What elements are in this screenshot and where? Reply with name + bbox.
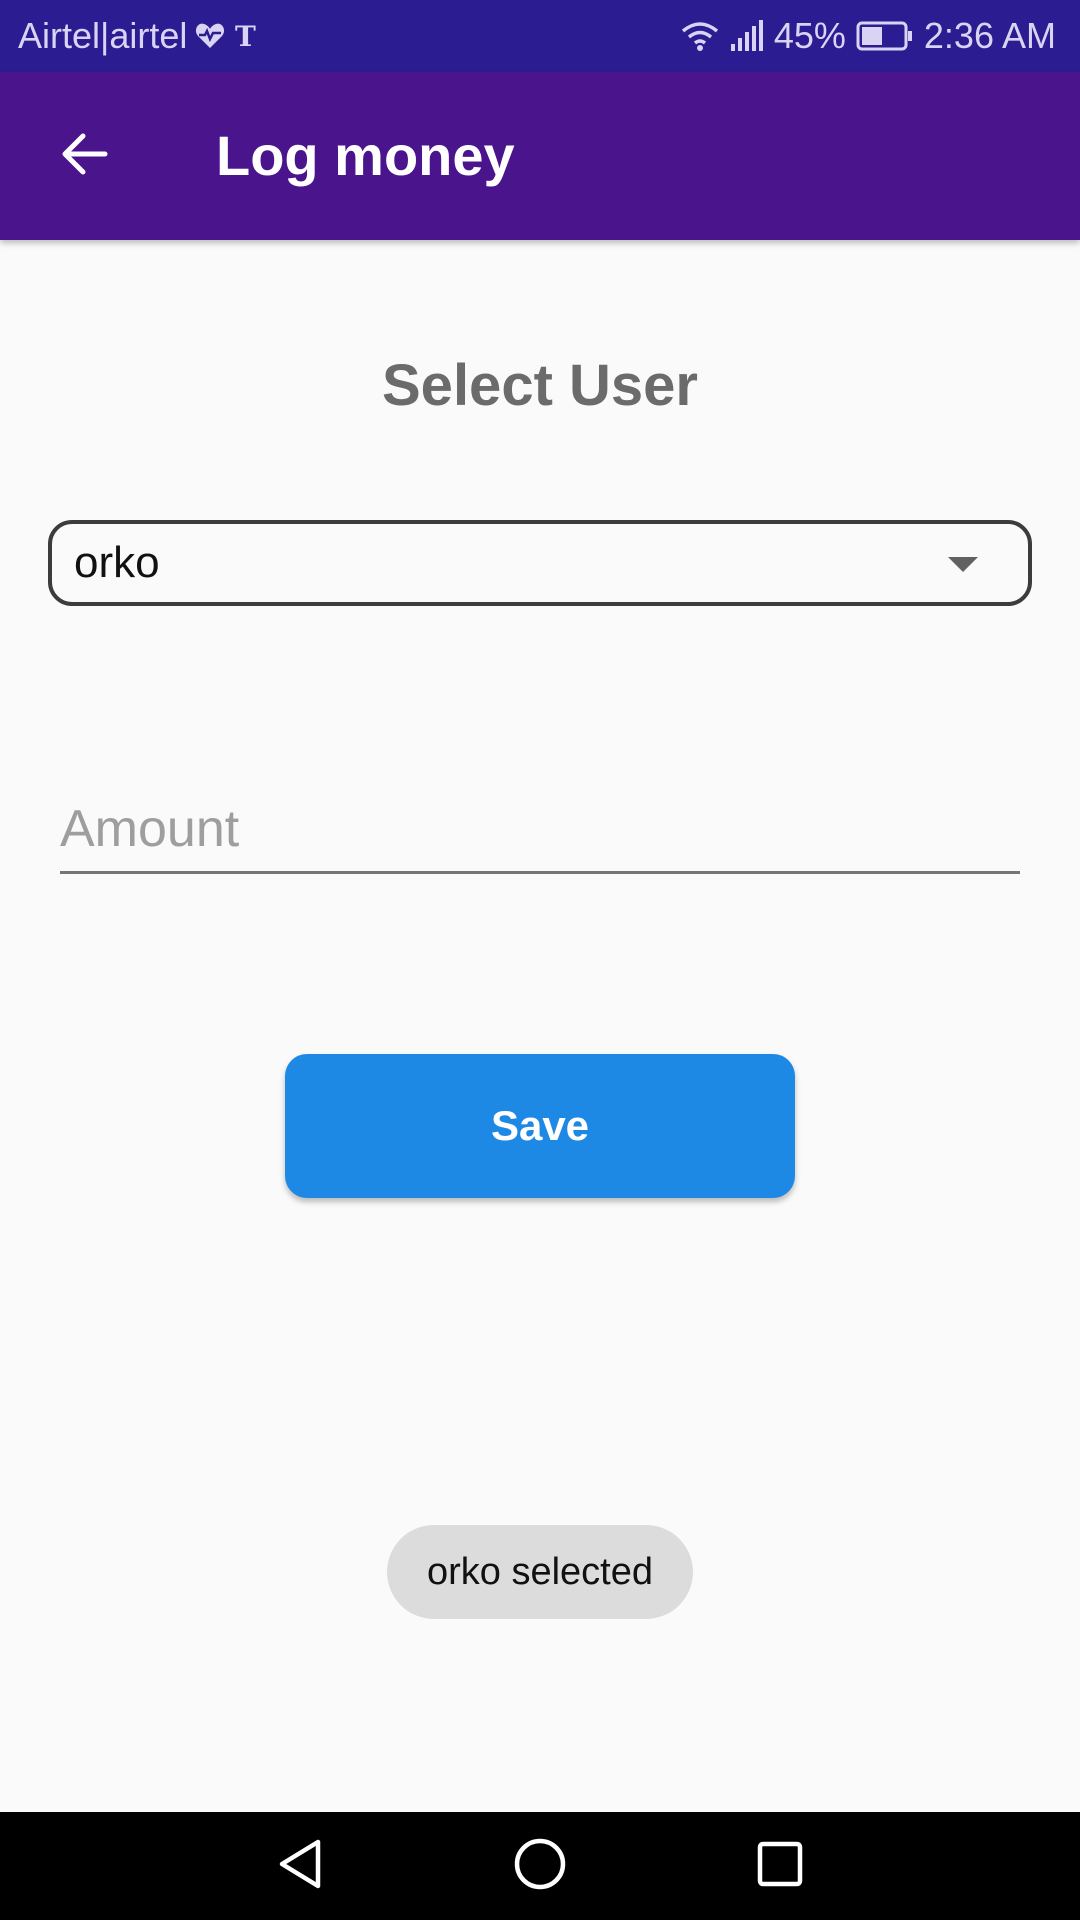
nav-home-button[interactable] [510,1836,570,1896]
toast-text: orko selected [426,1550,653,1593]
save-button[interactable]: Save [285,1054,795,1198]
dropdown-arrow-icon [948,557,978,572]
wifi-icon [680,20,720,52]
nyt-icon: T [233,21,261,51]
status-bar: Airtel|airtel T 45% 2:36 AM [0,0,1080,72]
amount-input[interactable] [60,790,1020,868]
nav-back-button[interactable] [270,1836,330,1896]
navigation-bar [0,1812,1080,1920]
toast-message: orko selected [387,1525,693,1619]
signal-icon [730,20,764,52]
clock: 2:36 AM [923,15,1056,56]
save-button-label: Save [490,1102,590,1149]
user-dropdown[interactable]: orko [48,520,1032,606]
back-triangle-icon [276,1838,324,1895]
dropdown-selected-value: orko [74,538,160,587]
heart-pulse-icon [195,22,225,50]
page-title: Log money [216,124,515,187]
recents-square-icon [756,1840,804,1893]
amount-field [60,790,1020,874]
select-user-heading: Select User [382,353,698,418]
svg-text:T: T [235,21,256,51]
battery-icon [856,21,914,51]
arrow-left-icon [59,131,109,182]
home-circle-icon [513,1837,567,1896]
carrier-label: Airtel|airtel [18,15,188,56]
nav-recents-button[interactable] [750,1836,810,1896]
back-button[interactable] [44,116,124,196]
app-bar: Log money [0,72,1080,240]
status-left: Airtel|airtel T [18,0,261,72]
status-right: 45% 2:36 AM [680,0,1056,72]
battery-percent: 45% [773,15,846,56]
